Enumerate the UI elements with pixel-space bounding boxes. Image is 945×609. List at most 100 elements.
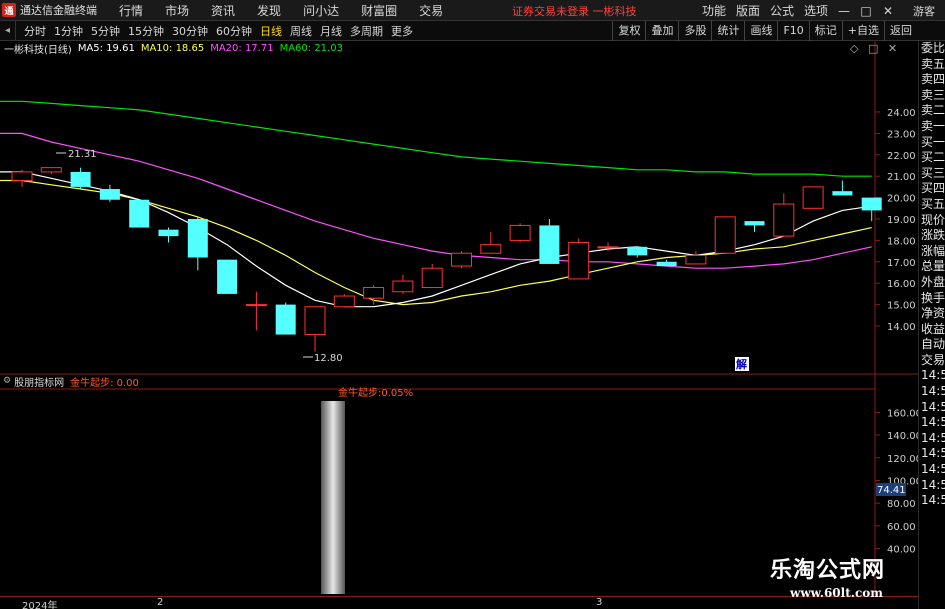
candle-body	[217, 259, 238, 294]
close-pane-icon[interactable]: ✕	[888, 42, 897, 55]
chart-tools: 复权 叠加 多股 统计 画线 F10 标记 +自选 返回	[612, 21, 917, 41]
candle-body	[99, 189, 120, 200]
candle-body	[158, 229, 179, 237]
high-price-marker: 21.31	[68, 149, 97, 160]
chart-pane-controls: ◇ □ ✕	[850, 42, 897, 55]
side-item[interactable]: 总量	[919, 259, 945, 275]
kline-chart[interactable]: 24.00 23.00 22.00 21.00 20.00 19.00 18.00 17.00…	[0, 41, 918, 596]
side-item[interactable]: 卖二	[919, 103, 945, 119]
sub-axis: 160.00140.00120.00100.0080.0060.0040.00	[875, 408, 918, 556]
side-item[interactable]: 买一	[919, 135, 945, 151]
menu-item-quotes[interactable]: 行情	[108, 2, 154, 19]
side-item[interactable]: 14:56	[919, 462, 945, 478]
side-item[interactable]: 卖四	[919, 72, 945, 88]
side-item[interactable]: 卖三	[919, 88, 945, 104]
menu-item-formula[interactable]: 公式	[765, 2, 799, 19]
chevron-left-icon[interactable]: ◂	[0, 21, 16, 40]
tab-period-more[interactable]: 更多	[387, 23, 417, 39]
ma20-value: MA20: 17.71	[210, 42, 274, 54]
tab-period-15m[interactable]: 15分钟	[124, 23, 168, 39]
candle-body	[685, 254, 707, 265]
tool-stats[interactable]: 统计	[711, 21, 744, 41]
side-item[interactable]: 自动	[919, 337, 945, 353]
close-icon[interactable]: ✕	[877, 4, 899, 18]
menu-item-ask[interactable]: 问小达	[292, 2, 350, 19]
sub-value-badge: 74.41	[877, 485, 906, 496]
indicator-name[interactable]: 股朋指标网	[14, 374, 64, 389]
candle-body	[627, 246, 648, 256]
side-item[interactable]: 14:55	[919, 368, 945, 384]
side-item[interactable]: 卖五	[919, 57, 945, 73]
period-toolbar: ◂ 分时 1分钟 5分钟 15分钟 30分钟 60分钟 日线 周线 月线 多周期…	[0, 21, 945, 41]
candle-body	[363, 286, 385, 299]
candle-body	[744, 221, 765, 226]
menu-item-options[interactable]: 选项	[799, 2, 833, 19]
tool-adjust[interactable]: 复权	[612, 21, 645, 41]
side-item[interactable]: 外盘	[919, 275, 945, 291]
side-item[interactable]: 14:56	[919, 446, 945, 462]
tool-multi-stock[interactable]: 多股	[678, 21, 711, 41]
menu-item-market[interactable]: 市场	[154, 2, 200, 19]
tab-period-tick[interactable]: 分时	[20, 23, 50, 39]
minimize-icon[interactable]: —	[833, 4, 855, 18]
side-item[interactable]: 涨幅	[919, 244, 945, 260]
sub-tick-label: 60.00	[887, 522, 916, 533]
stock-name[interactable]: 一彬科技(日线)	[4, 41, 72, 56]
event-marker[interactable]: 解	[736, 357, 747, 371]
menu-item-layout[interactable]: 版面	[731, 2, 765, 19]
tab-period-60m[interactable]: 60分钟	[212, 23, 256, 39]
menu-item-wealth[interactable]: 财富圈	[350, 2, 408, 19]
side-item[interactable]: 净资	[919, 306, 945, 322]
side-item[interactable]: 买五	[919, 197, 945, 213]
tab-period-day[interactable]: 日线	[256, 23, 286, 39]
side-item[interactable]: 换手	[919, 291, 945, 307]
candle-body	[861, 197, 882, 211]
side-item[interactable]: 14:55	[919, 384, 945, 400]
tool-back[interactable]: 返回	[884, 21, 917, 41]
sub-legend: ⚙ 股朋指标网 金牛起步: 0.00	[0, 374, 139, 389]
price-tick-label: 14.00	[887, 322, 916, 333]
tab-period-week[interactable]: 周线	[286, 23, 316, 39]
side-item[interactable]: 现价	[919, 213, 945, 229]
gear-icon[interactable]: ⚙	[3, 376, 11, 386]
tool-add-watchlist[interactable]: +自选	[841, 21, 884, 41]
menu-item-discover[interactable]: 发现	[246, 2, 292, 19]
candle-body	[509, 224, 531, 241]
side-item[interactable]: 14:56	[919, 493, 945, 509]
candle-body	[275, 304, 296, 335]
side-item[interactable]: 买三	[919, 166, 945, 182]
tab-period-1m[interactable]: 1分钟	[50, 23, 87, 39]
side-item[interactable]: 交易	[919, 353, 945, 369]
menu-item-trade[interactable]: 交易	[408, 2, 454, 19]
maximize-pane-icon[interactable]: □	[868, 42, 878, 55]
tab-period-multi[interactable]: 多周期	[346, 23, 387, 39]
side-item[interactable]: 收益	[919, 322, 945, 338]
guest-user[interactable]: 游客	[913, 3, 935, 19]
menu-item-function[interactable]: 功能	[697, 2, 731, 19]
price-tick-label: 17.00	[887, 258, 916, 269]
side-item[interactable]: 委比	[919, 41, 945, 57]
tab-period-5m[interactable]: 5分钟	[87, 23, 124, 39]
tool-mark[interactable]: 标记	[808, 21, 842, 41]
tool-overlay[interactable]: 叠加	[645, 21, 678, 41]
side-item[interactable]: 买四	[919, 181, 945, 197]
app-title: 通达信金融终端	[20, 4, 97, 17]
side-item[interactable]: 14:56	[919, 478, 945, 494]
side-item[interactable]: 涨跌	[919, 228, 945, 244]
side-item[interactable]: 14:56	[919, 415, 945, 431]
maximize-icon[interactable]: □	[855, 4, 877, 18]
tab-period-month[interactable]: 月线	[316, 23, 346, 39]
side-item[interactable]: 14:55	[919, 400, 945, 416]
time-label: 2024年	[22, 601, 58, 609]
side-item[interactable]: 买二	[919, 150, 945, 166]
tab-period-30m[interactable]: 30分钟	[168, 23, 212, 39]
settings-icon[interactable]: ◇	[850, 42, 858, 55]
ma60-path	[0, 100, 872, 177]
menu-item-news[interactable]: 资讯	[200, 2, 246, 19]
trade-login-notice[interactable]: 证券交易未登录 一彬科技	[512, 3, 637, 19]
side-item[interactable]: 14:56	[919, 431, 945, 447]
tool-draw[interactable]: 画线	[744, 21, 777, 41]
sub-bar	[321, 401, 345, 594]
tool-f10[interactable]: F10	[777, 21, 808, 41]
side-item[interactable]: 卖一	[919, 119, 945, 135]
